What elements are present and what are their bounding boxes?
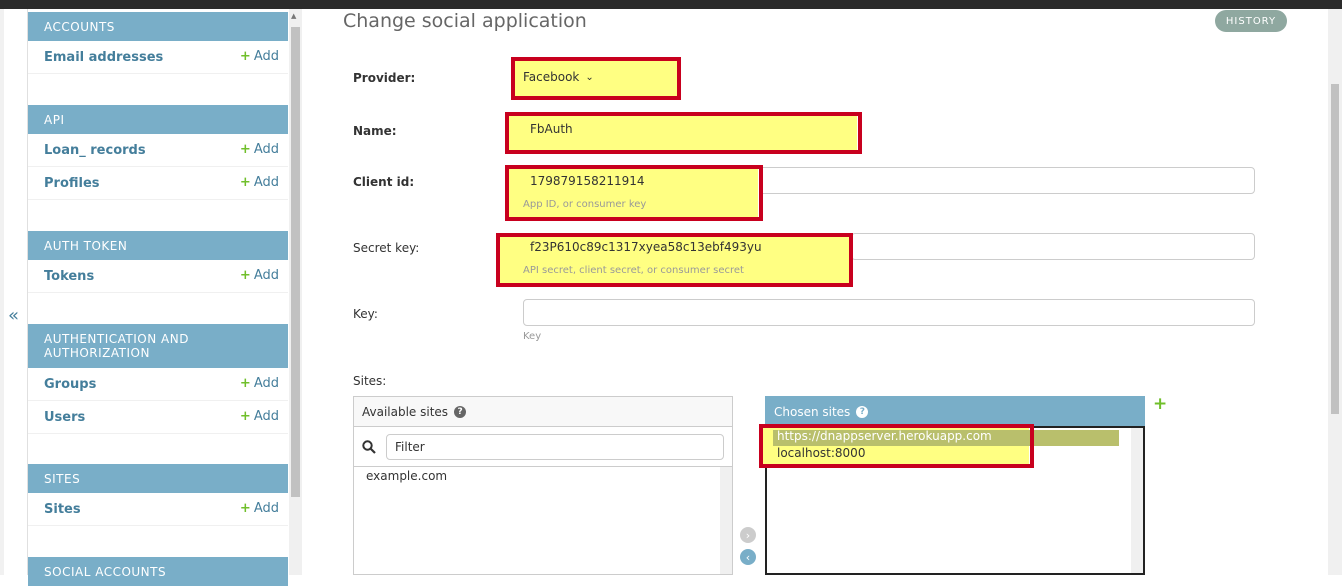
search-icon — [362, 439, 376, 454]
page-title: Change social application — [343, 10, 587, 32]
available-sites-caption: Available sites ? — [353, 396, 733, 426]
chosen-sites-selector: Chosen sites ? — [765, 396, 1145, 575]
help-icon[interactable]: ? — [454, 405, 467, 418]
client-id-help: App ID, or consumer key — [523, 199, 647, 210]
key-help: Key — [523, 331, 542, 342]
available-sites-list[interactable]: example.com — [353, 466, 733, 575]
name-label: Name: — [353, 124, 397, 138]
plus-icon: + — [239, 376, 251, 391]
list-item[interactable]: example.com — [354, 467, 732, 485]
client-id-label: Client id: — [353, 175, 415, 189]
available-sites-selector: Available sites ? Filter example.com — [353, 396, 733, 575]
module-accounts: ACCOUNTS Email addresses + Add — [28, 12, 288, 74]
available-sites-scrollbar[interactable] — [720, 467, 732, 574]
secret-key-help: API secret, client secret, or consumer s… — [523, 265, 744, 276]
add-link[interactable]: + Add — [240, 501, 279, 516]
arrow-left-icon[interactable]: ‹ — [740, 549, 756, 565]
module-caption-api[interactable]: API — [28, 105, 288, 134]
provider-label: Provider: — [353, 71, 416, 85]
sidebar-item-profiles[interactable]: Profiles + Add — [28, 167, 288, 200]
key-label: Key: — [353, 307, 378, 321]
module-caption-auth-token[interactable]: AUTH TOKEN — [28, 231, 288, 260]
main-content: Change social application HISTORY Provid… — [303, 9, 1328, 575]
plus-icon: + — [239, 142, 251, 157]
filter-row: Filter — [353, 426, 733, 466]
arrow-right-icon[interactable]: › — [740, 527, 756, 543]
client-id-field[interactable]: 179879158211914 — [530, 174, 645, 188]
sidebar-item-tokens[interactable]: Tokens + Add — [28, 260, 288, 293]
client-id-input-tail[interactable] — [759, 167, 1255, 194]
provider-select[interactable]: Facebook ⌄ — [523, 70, 594, 84]
strip-edge — [0, 9, 4, 575]
page-scrollbar[interactable] — [1328, 9, 1342, 575]
model-link[interactable]: Loan_ records — [44, 143, 146, 158]
window-top-bar — [0, 0, 1342, 9]
sidebar-item-loan-records[interactable]: Loan_ records + Add — [28, 134, 288, 167]
secret-key-field[interactable]: f23P610c89c1317xyea58c13ebf493yu — [530, 240, 762, 254]
chosen-sites-title: Chosen sites — [774, 404, 851, 419]
add-link[interactable]: + Add — [240, 268, 279, 283]
plus-icon: + — [239, 501, 251, 516]
sidebar-item-email-addresses[interactable]: Email addresses + Add — [28, 41, 288, 74]
page-scroll-thumb[interactable] — [1331, 84, 1339, 414]
list-item[interactable]: https://dnappserver.herokuapp.com — [777, 429, 992, 443]
model-link[interactable]: Profiles — [44, 176, 100, 191]
chosen-sites-caption: Chosen sites ? — [765, 396, 1145, 426]
nav-toggle-strip: « — [0, 9, 28, 575]
plus-icon: + — [239, 49, 251, 64]
provider-select-value: Facebook — [523, 70, 580, 84]
add-link[interactable]: + Add — [240, 376, 279, 391]
secret-key-label: Secret key: — [353, 241, 420, 255]
model-link[interactable]: Sites — [44, 502, 81, 517]
module-caption-sites[interactable]: SITES — [28, 464, 288, 493]
add-link[interactable]: + Add — [240, 142, 279, 157]
plus-icon: + — [239, 175, 251, 190]
list-item[interactable]: localhost:8000 — [777, 446, 865, 460]
add-link[interactable]: + Add — [240, 175, 279, 190]
history-button[interactable]: HISTORY — [1215, 10, 1287, 32]
module-auth-token: AUTH TOKEN Tokens + Add — [28, 231, 288, 293]
model-link[interactable]: Tokens — [44, 269, 94, 284]
module-social-accounts: SOCIAL ACCOUNTS — [28, 557, 288, 586]
module-authentication: AUTHENTICATION AND AUTHORIZATION Groups … — [28, 324, 288, 434]
sidebar-item-groups[interactable]: Groups + Add — [28, 368, 288, 401]
module-api: API Loan_ records + Add Profiles + Add — [28, 105, 288, 200]
scroll-up-arrow-icon[interactable]: ▲ — [291, 12, 296, 20]
secret-key-input-tail[interactable] — [851, 233, 1255, 260]
model-link[interactable]: Users — [44, 410, 85, 425]
sidebar-scrollbar[interactable]: ▲ — [289, 9, 302, 575]
model-link[interactable]: Email addresses — [44, 50, 163, 65]
collapse-sidebar-button[interactable]: « — [8, 305, 19, 326]
help-icon[interactable]: ? — [856, 405, 869, 418]
add-link[interactable]: + Add — [240, 49, 279, 64]
plus-icon: + — [239, 268, 251, 283]
sidebar-scroll-thumb[interactable] — [291, 27, 300, 497]
add-link[interactable]: + Add — [240, 409, 279, 424]
module-caption-accounts[interactable]: ACCOUNTS — [28, 12, 288, 41]
move-buttons: › ‹ — [740, 527, 756, 571]
plus-icon: + — [239, 409, 251, 424]
sites-label: Sites: — [353, 374, 387, 388]
sidebar-item-users[interactable]: Users + Add — [28, 401, 288, 434]
sidebar: ACCOUNTS Email addresses + Add API Loan_ … — [28, 9, 288, 586]
name-field[interactable]: FbAuth — [530, 122, 573, 136]
sidebar-item-sites[interactable]: Sites + Add — [28, 493, 288, 526]
module-caption-authentication[interactable]: AUTHENTICATION AND AUTHORIZATION — [28, 324, 288, 368]
plus-icon[interactable]: + — [1153, 394, 1167, 414]
available-sites-title: Available sites — [362, 404, 449, 419]
module-caption-social-accounts[interactable]: SOCIAL ACCOUNTS — [28, 557, 288, 586]
model-link[interactable]: Groups — [44, 377, 96, 392]
chosen-sites-scrollbar[interactable] — [1131, 428, 1143, 573]
module-sites: SITES Sites + Add — [28, 464, 288, 526]
chevron-down-icon: ⌄ — [585, 71, 594, 83]
key-input[interactable] — [523, 299, 1255, 326]
filter-input[interactable]: Filter — [386, 433, 724, 460]
